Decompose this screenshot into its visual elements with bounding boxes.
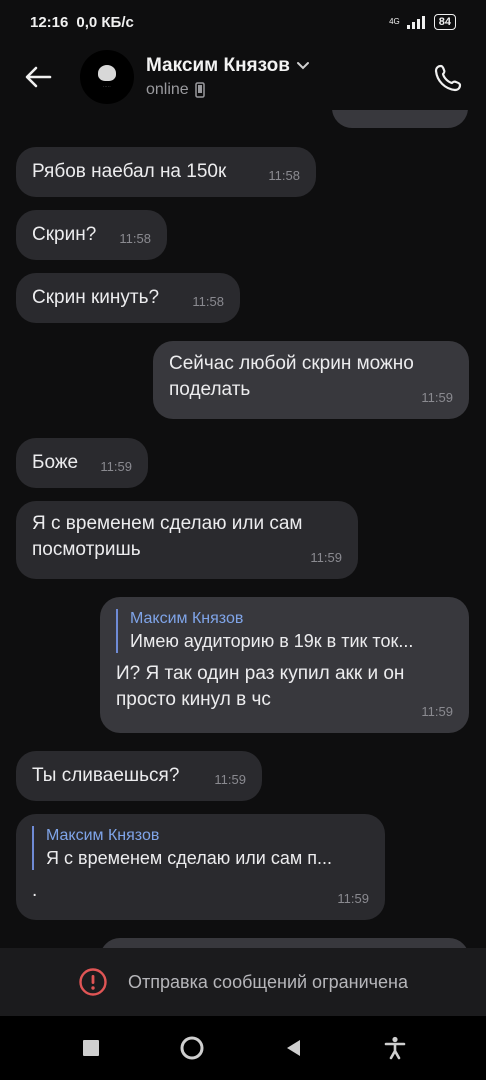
message-time: 11:58 bbox=[268, 168, 300, 183]
signal-icon bbox=[406, 16, 425, 29]
message-list[interactable]: Рябов наебал на 150к 11:58 Скрин? 11:58 … bbox=[0, 110, 486, 948]
message-time: 11:58 bbox=[119, 231, 151, 246]
message-bubble-outgoing[interactable]: Сейчас любой скрин можно поделать 11:59 bbox=[153, 341, 469, 419]
message-text: Рябов наебал на 150к bbox=[32, 161, 227, 182]
call-button[interactable] bbox=[428, 58, 468, 98]
reply-text: Имею аудиторию в 19к в тик ток... bbox=[130, 631, 414, 651]
message-time: 11:59 bbox=[310, 550, 342, 565]
circle-icon bbox=[180, 1036, 204, 1060]
home-button[interactable] bbox=[172, 1028, 212, 1068]
message-text: поделать bbox=[169, 379, 251, 400]
message-text: Ты сливаешься? bbox=[32, 765, 180, 786]
message-bubble[interactable]: Скрин? 11:58 bbox=[16, 210, 167, 260]
message-bubble[interactable]: Максим Князов Я с временем сделаю или са… bbox=[16, 814, 385, 920]
message-text: Я с временем сделаю или сам bbox=[32, 513, 303, 534]
back-triangle-icon bbox=[286, 1040, 300, 1056]
message-time: 11:59 bbox=[337, 891, 369, 906]
chevron-down-icon bbox=[296, 62, 309, 70]
phone-call-icon bbox=[434, 64, 462, 92]
message-time: 11:59 bbox=[421, 704, 453, 719]
arrow-left-icon bbox=[25, 66, 52, 88]
message-bubble[interactable]: Ты сливаешься? 11:59 bbox=[16, 751, 262, 801]
message-text: посмотришь bbox=[32, 539, 141, 560]
avatar-logo bbox=[98, 65, 116, 81]
message-time: 11:59 bbox=[100, 459, 132, 474]
status-time: 12:16 bbox=[30, 13, 69, 31]
contact-status: online bbox=[146, 81, 189, 98]
system-back-button[interactable] bbox=[274, 1028, 314, 1068]
battery-badge: 84 bbox=[433, 14, 456, 30]
back-button[interactable] bbox=[8, 47, 68, 107]
reply-quote[interactable]: Максим Князов Я с временем сделаю или са… bbox=[32, 826, 369, 870]
message-bubble-partial[interactable] bbox=[100, 938, 469, 948]
accessibility-button[interactable] bbox=[375, 1028, 415, 1068]
status-bar: 12:16 0,0 КБ/с 4G 84 bbox=[0, 0, 486, 44]
message-bubble[interactable]: Рябов наебал на 150к 11:58 bbox=[16, 147, 316, 197]
restriction-bar: Отправка сообщений ограничена bbox=[0, 948, 486, 1016]
message-text: Скрин? bbox=[32, 224, 97, 245]
message-time: 11:58 bbox=[192, 294, 224, 309]
message-bubble-outgoing[interactable]: Максим Князов Имею аудиторию в 19к в тик… bbox=[100, 597, 469, 733]
system-nav-bar bbox=[0, 1016, 486, 1080]
message-text: . bbox=[32, 880, 38, 901]
message-text: Сейчас любой скрин можно bbox=[169, 353, 414, 374]
square-icon bbox=[82, 1040, 99, 1056]
phone-device-icon bbox=[194, 82, 205, 98]
recents-button[interactable] bbox=[71, 1028, 111, 1068]
restriction-text: Отправка сообщений ограничена bbox=[128, 971, 408, 992]
message-bubble[interactable]: Скрин кинуть? 11:58 bbox=[16, 273, 240, 323]
message-text: Боже bbox=[32, 452, 79, 473]
message-text: И? Я так один раз купил акк и он bbox=[116, 663, 405, 684]
reply-author: Максим Князов bbox=[46, 827, 160, 844]
alert-circle-icon bbox=[79, 968, 107, 996]
contact-name: Максим Князов bbox=[146, 55, 290, 76]
message-time: 11:59 bbox=[421, 390, 453, 405]
chat-header: ····· Максим Князов online bbox=[0, 44, 486, 110]
contact-title[interactable]: Максим Князов online bbox=[146, 55, 310, 99]
message-text: Скрин кинуть? bbox=[32, 287, 160, 308]
message-text: просто кинул в чс bbox=[116, 689, 271, 710]
status-speed: 0,0 КБ/с bbox=[76, 13, 134, 31]
accessibility-icon bbox=[384, 1036, 406, 1060]
message-bubble-partial[interactable] bbox=[332, 110, 468, 128]
avatar[interactable]: ····· bbox=[80, 50, 134, 104]
network-label: 4G bbox=[389, 17, 400, 26]
reply-quote[interactable]: Максим Князов Имею аудиторию в 19к в тик… bbox=[116, 609, 453, 653]
reply-author: Максим Князов bbox=[130, 610, 244, 627]
reply-text: Я с временем сделаю или сам п... bbox=[46, 848, 332, 868]
message-bubble[interactable]: Я с временем сделаю или сам посмотришь 1… bbox=[16, 501, 358, 579]
message-time: 11:59 bbox=[214, 772, 246, 787]
message-bubble[interactable]: Боже 11:59 bbox=[16, 438, 148, 488]
